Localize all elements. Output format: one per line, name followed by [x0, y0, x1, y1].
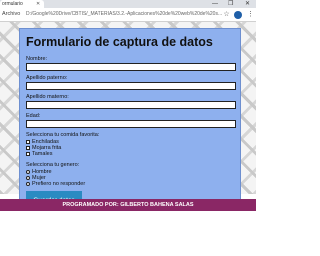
radio-button[interactable]: [26, 176, 30, 180]
food-option-tamales[interactable]: Tamales: [26, 151, 236, 157]
address-bar[interactable]: Archivo D:/Google%20Drive/CBTIS/_MATERIA…: [0, 8, 256, 22]
nombre-label: Nombre:: [26, 56, 48, 62]
apellido-materno-input[interactable]: [26, 101, 236, 109]
option-label: Prefiero no responder: [32, 181, 86, 187]
tab-title: ormulario: [2, 1, 23, 7]
gender-option-no-responder[interactable]: Prefiero no responder: [26, 181, 236, 187]
nombre-input[interactable]: [26, 63, 236, 71]
radio-button[interactable]: [26, 170, 30, 174]
radio-button[interactable]: [26, 182, 30, 186]
browser-tab-bar: ormulario ✕ — ❐ ✕: [0, 0, 256, 8]
menu-icon[interactable]: ⋮: [246, 10, 255, 19]
data-capture-form: Formulario de captura de datos Nombre: A…: [19, 28, 241, 216]
edad-label: Edad:: [26, 113, 41, 119]
checkbox[interactable]: [26, 140, 30, 144]
edad-input[interactable]: [26, 120, 236, 128]
footer-credit: PROGRAMADO POR: GILBERTO BAHENA SALAS: [0, 199, 256, 211]
apellido-paterno-label: Apellido paterno:: [26, 75, 68, 81]
tab-close-icon[interactable]: ✕: [36, 0, 40, 8]
form-title: Formulario de captura de datos: [26, 35, 213, 49]
apellido-paterno-input[interactable]: [26, 82, 236, 90]
gender-group-label: Selecciona tu genero:: [26, 162, 80, 168]
option-label: Tamales: [32, 151, 53, 157]
maximize-icon[interactable]: ❐: [228, 0, 233, 8]
profile-icon[interactable]: [234, 11, 242, 19]
address-url[interactable]: D:/Google%20Drive/CBTIS/_MATERIAS/3.2.-A…: [26, 11, 226, 17]
page-bottom: [0, 211, 256, 256]
checkbox[interactable]: [26, 152, 30, 156]
checkbox[interactable]: [26, 146, 30, 150]
minimize-icon[interactable]: —: [212, 0, 218, 8]
food-group-label: Selecciona tu comida favorita:: [26, 132, 100, 138]
star-icon[interactable]: ☆: [222, 10, 231, 19]
address-scheme-label: Archivo: [2, 11, 21, 17]
apellido-materno-label: Apellido materno:: [26, 94, 69, 100]
close-window-icon[interactable]: ✕: [245, 0, 250, 8]
